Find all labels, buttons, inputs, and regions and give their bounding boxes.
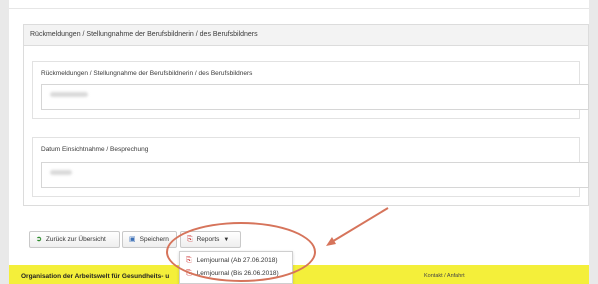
arrow-head — [326, 237, 336, 246]
annotation-arrow — [326, 207, 389, 246]
arrow-shaft — [329, 207, 389, 244]
